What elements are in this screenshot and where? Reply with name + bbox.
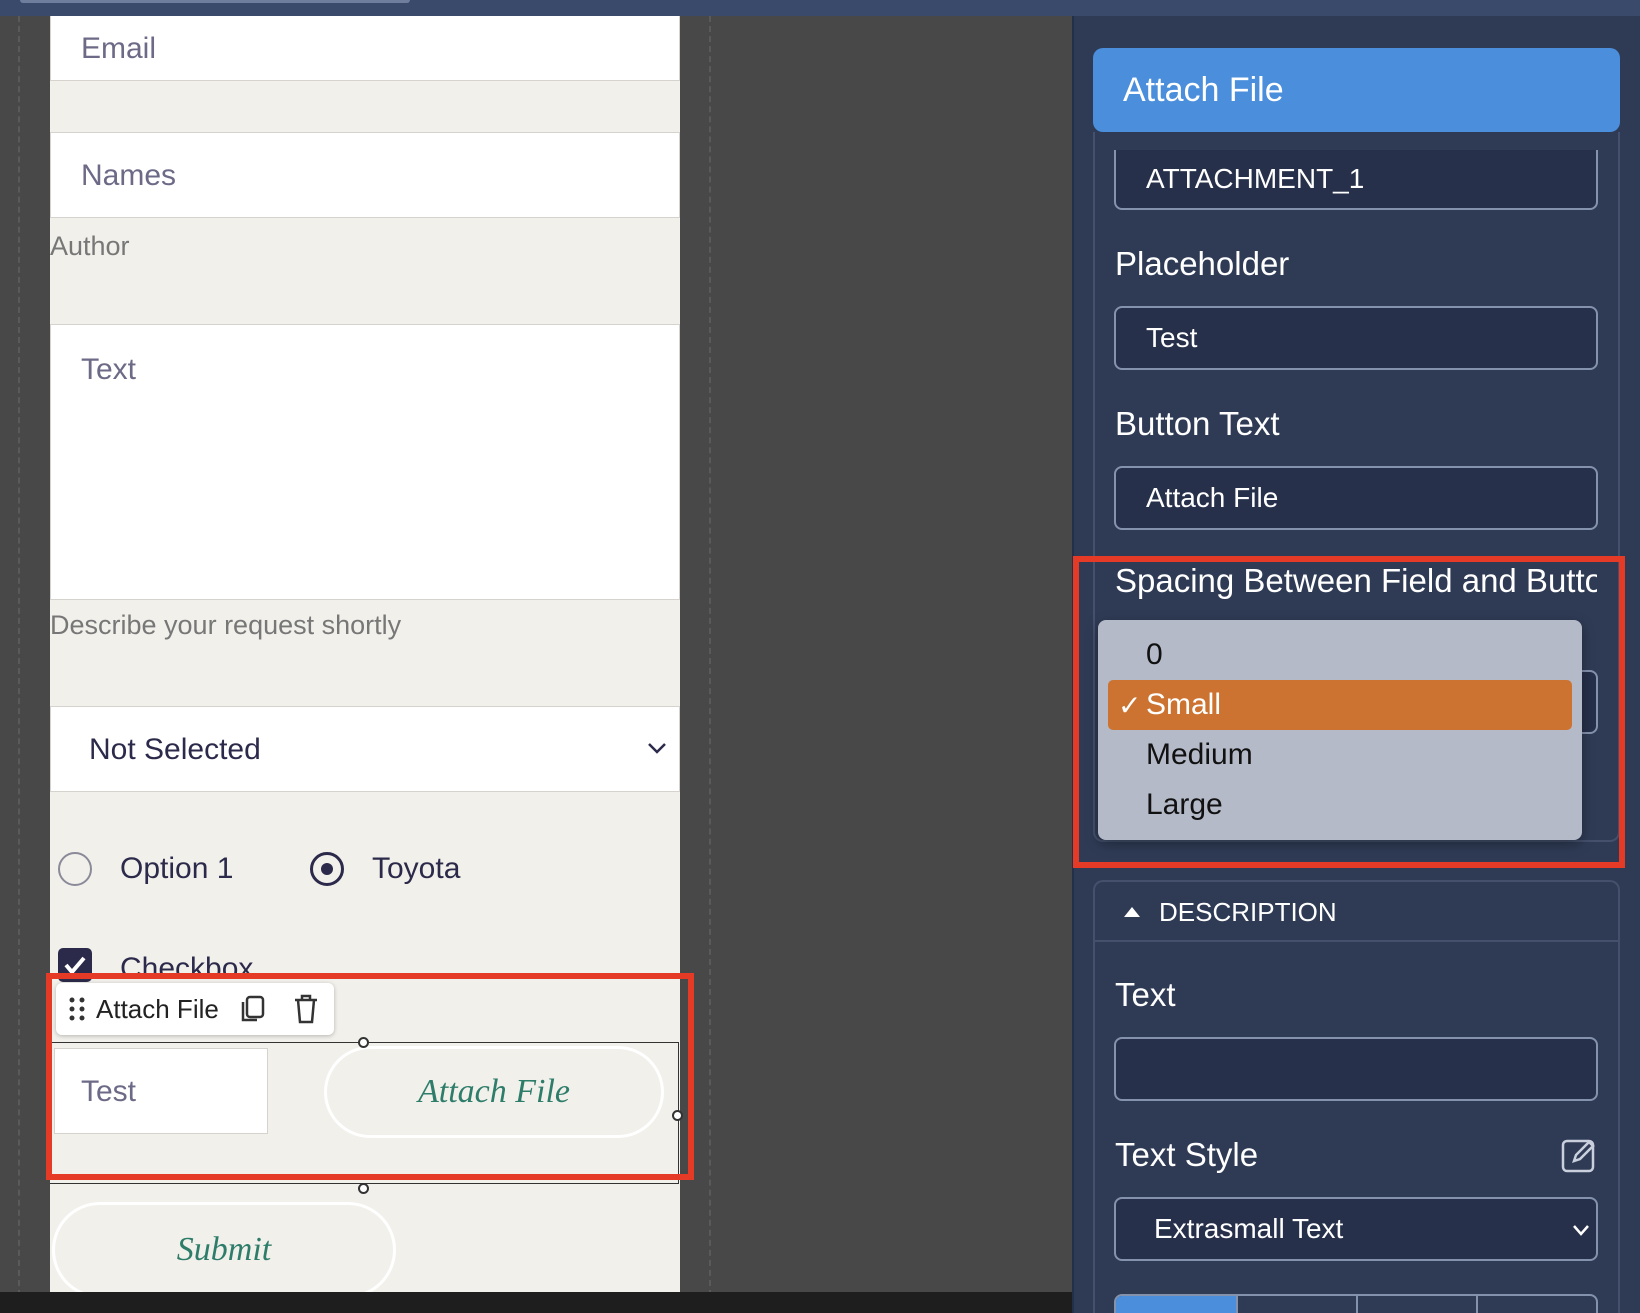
- align-left-button[interactable]: [1116, 1296, 1236, 1313]
- chevron-down-icon: [648, 743, 666, 754]
- description-text-input[interactable]: [1114, 1037, 1598, 1101]
- align-justify-button[interactable]: [1475, 1296, 1596, 1313]
- bottom-bar: [0, 1292, 1072, 1313]
- placeholder-label: Placeholder: [1115, 245, 1290, 282]
- status-select[interactable]: Not Selected: [50, 706, 680, 792]
- caret-up-icon: [1124, 907, 1140, 917]
- canvas-guide-right: [709, 16, 711, 1296]
- radio-label-toyota: Toyota: [372, 852, 461, 885]
- text-style-select[interactable]: Extrasmall Text: [1114, 1197, 1598, 1261]
- description-section-title: DESCRIPTION: [1159, 896, 1337, 927]
- radio-option-toyota[interactable]: [310, 852, 344, 886]
- highlight-attach-component: [46, 973, 694, 1180]
- resize-handle-bottom[interactable]: [358, 1183, 369, 1194]
- top-bar: [0, 0, 1640, 16]
- align-right-button[interactable]: [1355, 1296, 1476, 1313]
- text-label: Text: [1115, 976, 1176, 1013]
- names-field[interactable]: Names: [50, 132, 680, 218]
- names-placeholder: Names: [81, 159, 177, 192]
- text-style-label: Text Style: [1115, 1136, 1259, 1173]
- align-center-button[interactable]: [1235, 1296, 1356, 1313]
- text-helper-text: Describe your request shortly: [50, 610, 402, 640]
- text-style-value: Extrasmall Text: [1154, 1213, 1344, 1244]
- description-section-header[interactable]: DESCRIPTION: [1093, 880, 1620, 942]
- radio-label-option-1: Option 1: [120, 852, 234, 885]
- highlight-spacing-setting: [1073, 556, 1625, 868]
- status-select-value: Not Selected: [89, 733, 261, 766]
- alignment-button-group[interactable]: [1114, 1294, 1598, 1313]
- panel-header[interactable]: Attach File: [1093, 48, 1620, 132]
- radio-option-1[interactable]: [58, 852, 92, 886]
- field-name-input[interactable]: ATTACHMENT_1: [1114, 150, 1598, 210]
- text-area-placeholder: Text: [81, 353, 137, 386]
- email-field[interactable]: Email: [50, 16, 680, 81]
- email-placeholder: Email: [81, 32, 157, 65]
- button-text-input[interactable]: Attach File: [1114, 466, 1598, 530]
- submit-button[interactable]: Submit: [52, 1202, 396, 1296]
- edit-icon[interactable]: [1560, 1136, 1598, 1174]
- button-text-label: Button Text: [1115, 405, 1280, 442]
- placeholder-input[interactable]: Test: [1114, 306, 1598, 370]
- canvas-guide-left: [18, 16, 20, 1296]
- top-tab-indicator: [20, 0, 410, 3]
- author-helper-text: Author: [50, 231, 130, 261]
- chevron-down-icon: [1573, 1225, 1589, 1236]
- text-area[interactable]: Text: [50, 324, 680, 600]
